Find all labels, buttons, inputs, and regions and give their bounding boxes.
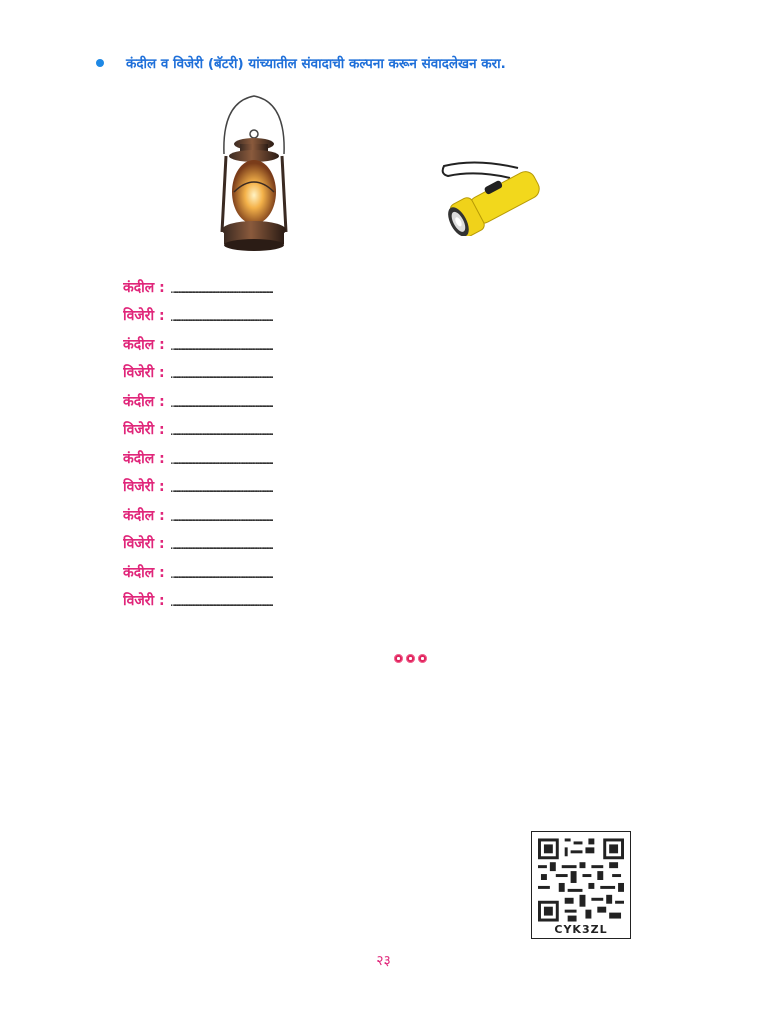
speaker-label: कंदील : (123, 564, 165, 581)
answer-blank[interactable]: …………………………………………………………………………… (171, 539, 273, 553)
section-divider-ornament (394, 654, 427, 663)
dialogue-line: विजेरी : …………………………………………………………………………… (123, 582, 643, 611)
answer-blank[interactable]: …………………………………………………………………………… (171, 511, 273, 525)
answer-blank[interactable]: …………………………………………………………………………… (171, 568, 273, 582)
flower-icon (406, 654, 415, 663)
page-number: २३ (376, 953, 391, 969)
answer-blank[interactable]: …………………………………………………………………………… (171, 283, 273, 297)
answer-blank[interactable]: …………………………………………………………………………… (171, 340, 273, 354)
dialogue-line: कंदील : …………………………………………………………………………… (123, 268, 643, 297)
speaker-label: कंदील : (123, 393, 165, 410)
speaker-label: कंदील : (123, 279, 165, 296)
speaker-label: विजेरी : (123, 308, 165, 324)
dialogue-line: कंदील : …………………………………………………………………………… (123, 496, 643, 525)
flower-icon (394, 654, 403, 663)
speaker-label: विजेरी : (123, 422, 165, 438)
lantern-icon (220, 95, 288, 251)
flashlight-icon (441, 161, 540, 236)
answer-blank[interactable]: …………………………………………………………………………… (171, 482, 273, 496)
dialogue-line: कंदील : …………………………………………………………………………… (123, 382, 643, 411)
instruction-text: कंदील व विजेरी (बॅटरी) यांच्यातील संवादा… (126, 56, 506, 72)
flower-icon (418, 654, 427, 663)
dialogue-lines: कंदील : …………………………………………………………………………… विज… (123, 268, 643, 610)
dialogue-line: विजेरी : …………………………………………………………………………… (123, 297, 643, 326)
dialogue-line: विजेरी : …………………………………………………………………………… (123, 468, 643, 497)
dialogue-line: कंदील : …………………………………………………………………………… (123, 439, 643, 468)
dialogue-line: कंदील : …………………………………………………………………………… (123, 325, 643, 354)
speaker-label: विजेरी : (123, 365, 165, 381)
speaker-label: विजेरी : (123, 536, 165, 552)
bullet-icon (96, 59, 104, 67)
dialogue-line: विजेरी : …………………………………………………………………………… (123, 411, 643, 440)
dialogue-line: विजेरी : …………………………………………………………………………… (123, 525, 643, 554)
qr-code[interactable]: CYK3ZL (531, 831, 631, 939)
dialogue-line: कंदील : …………………………………………………………………………… (123, 553, 643, 582)
answer-blank[interactable]: …………………………………………………………………………… (171, 454, 273, 468)
qr-code-icon (538, 838, 624, 922)
qr-code-label: CYK3ZL (554, 923, 608, 936)
speaker-label: विजेरी : (123, 479, 165, 495)
answer-blank[interactable]: …………………………………………………………………………… (171, 425, 273, 439)
answer-blank[interactable]: …………………………………………………………………………… (171, 397, 273, 411)
dialogue-line: विजेरी : …………………………………………………………………………… (123, 354, 643, 383)
instruction: कंदील व विजेरी (बॅटरी) यांच्यातील संवादा… (96, 54, 736, 72)
speaker-label: कंदील : (123, 507, 165, 524)
answer-blank[interactable]: …………………………………………………………………………… (171, 311, 273, 325)
speaker-label: कंदील : (123, 450, 165, 467)
answer-blank[interactable]: …………………………………………………………………………… (171, 368, 273, 382)
answer-blank[interactable]: …………………………………………………………………………… (171, 596, 273, 610)
speaker-label: कंदील : (123, 336, 165, 353)
speaker-label: विजेरी : (123, 593, 165, 609)
